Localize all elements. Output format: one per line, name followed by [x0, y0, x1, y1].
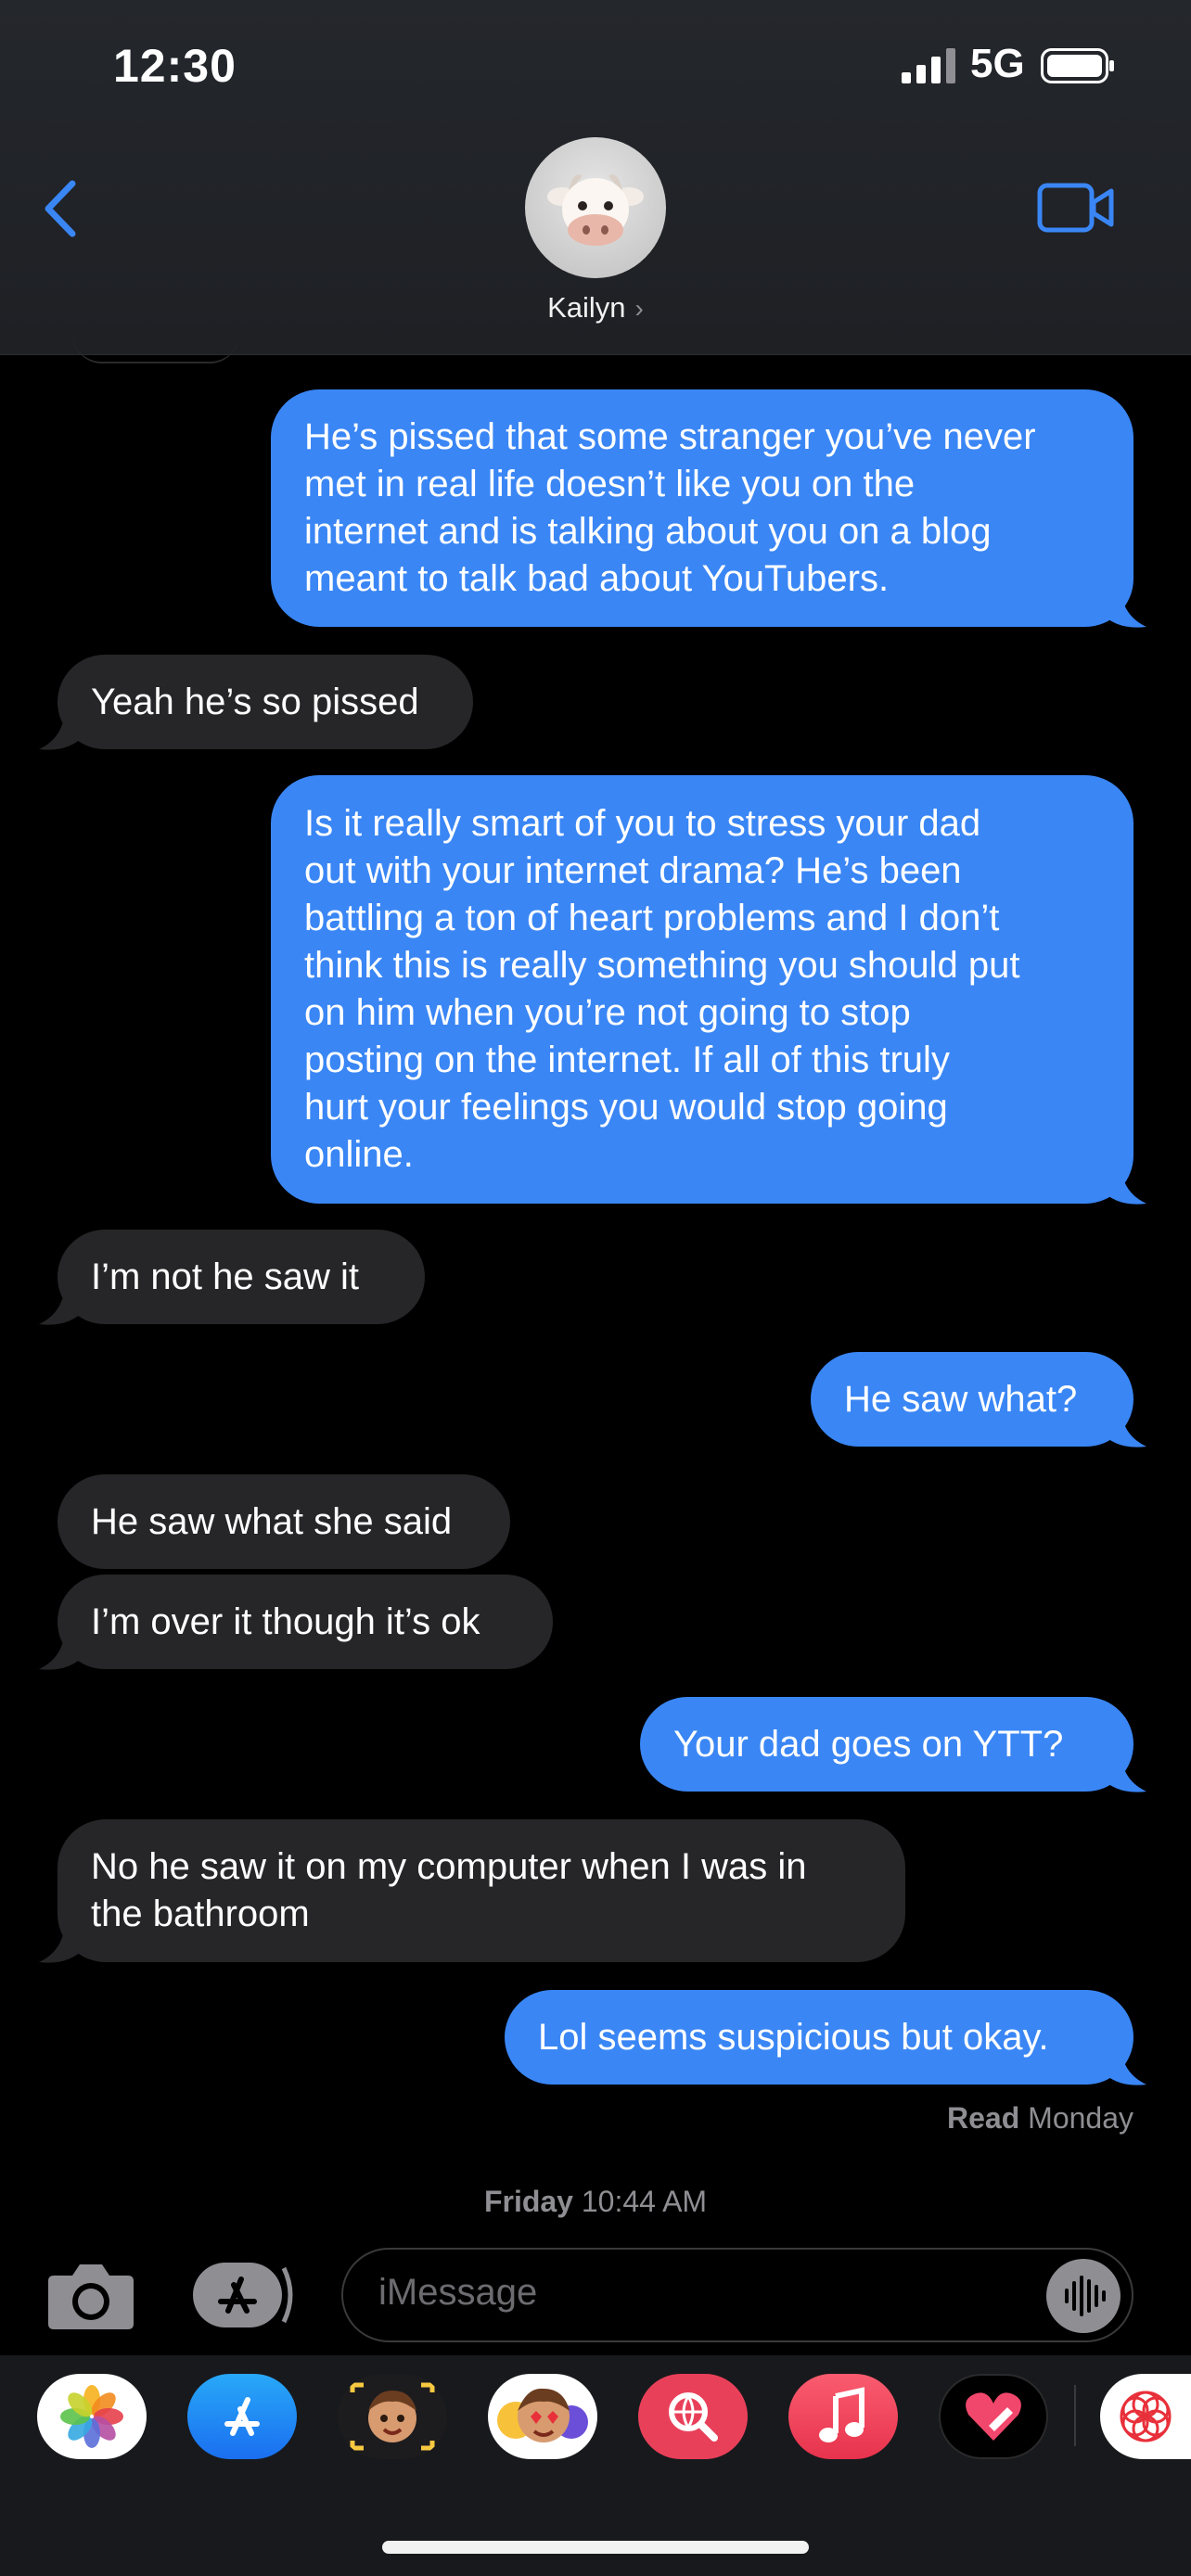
message-bubble-incoming[interactable]: Yeah he’s so pissed [58, 655, 473, 749]
chevron-right-icon: › [634, 294, 644, 323]
read-receipt: Read Monday [947, 2101, 1133, 2136]
read-day: Monday [1028, 2101, 1133, 2135]
photos-app-icon[interactable] [37, 2374, 147, 2459]
network-type: 5G [970, 41, 1025, 86]
bubble-tail [1100, 1408, 1146, 1447]
bubble-tail [1100, 2046, 1146, 2085]
avatar[interactable] [525, 137, 666, 278]
previous-message-edge [72, 334, 239, 363]
digital-touch-app-icon[interactable] [939, 2374, 1048, 2459]
audio-waveform-icon[interactable] [1046, 2259, 1121, 2333]
bubble-tail [39, 1285, 85, 1325]
timestamp-day: Friday [483, 2185, 573, 2218]
message-bubble-incoming[interactable]: I’m over it though it’s ok [58, 1575, 553, 1669]
message-bubble-incoming[interactable]: He saw what she said [58, 1474, 510, 1569]
message-input-placeholder: iMessage [378, 2272, 538, 2313]
bubble-tail [1100, 588, 1146, 628]
conversation-timestamp: Friday 10:44 AM [0, 2185, 1191, 2219]
memoji-app-icon[interactable] [338, 2374, 447, 2459]
music-app-icon[interactable] [788, 2374, 898, 2459]
status-bar: 12:30 5G [0, 0, 1191, 139]
app-store-icon[interactable] [193, 2263, 297, 2327]
contact-name-button[interactable]: Kailyn › [0, 291, 1191, 325]
bubble-tail [1100, 1753, 1146, 1792]
chevron-left-icon[interactable] [41, 178, 80, 239]
bubble-tail [39, 710, 85, 750]
video-camera-icon[interactable] [1037, 182, 1115, 234]
memoji-stickers-app-icon[interactable] [488, 2374, 597, 2459]
message-bubble-incoming[interactable]: I’m not he saw it [58, 1230, 425, 1324]
cellular-signal-icon [902, 48, 955, 83]
drawer-divider [1074, 2385, 1076, 2446]
message-bubble-outgoing[interactable]: Lol seems suspicious but okay. [505, 1990, 1133, 2085]
app-store-app-icon[interactable] [187, 2374, 297, 2459]
camera-icon[interactable] [46, 2259, 135, 2331]
message-bubble-outgoing[interactable]: Your dad goes on YTT? [640, 1697, 1133, 1792]
message-input[interactable]: iMessage [341, 2248, 1133, 2342]
cow-memoji-icon [547, 174, 644, 246]
battery-icon [1041, 48, 1114, 83]
mandala-app-icon[interactable] [1100, 2374, 1191, 2459]
message-bubble-outgoing[interactable]: He saw what? [811, 1352, 1133, 1447]
bubble-tail [39, 1923, 85, 1963]
message-bubble-outgoing[interactable]: Is it really smart of you to stress your… [271, 775, 1133, 1204]
message-bubble-incoming[interactable]: No he saw it on my computer when I was i… [58, 1819, 905, 1962]
contact-name: Kailyn [547, 291, 626, 324]
read-label: Read [947, 2101, 1020, 2135]
timestamp-time: 10:44 AM [581, 2185, 708, 2218]
bubble-tail [39, 1630, 85, 1670]
message-bubble-outgoing[interactable]: He’s pissed that some stranger you’ve ne… [271, 389, 1133, 627]
home-indicator[interactable] [382, 2541, 809, 2554]
status-time: 12:30 [113, 40, 237, 92]
web-search-app-icon[interactable] [638, 2374, 748, 2459]
bubble-tail [1100, 1165, 1146, 1205]
